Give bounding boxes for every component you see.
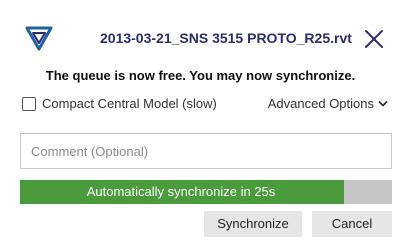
advanced-options-label[interactable]: Advanced Options — [268, 96, 374, 111]
progress-text: Automatically synchronize in 25s — [86, 184, 276, 199]
revit-shield-logo-icon — [24, 24, 54, 52]
queue-notice: The queue is now free. You may now synch… — [45, 68, 356, 83]
synchronize-dialog: 2013-03-21_SNS 3515 PROTO_R25.rvt The qu… — [0, 0, 401, 245]
dialog-header: 2013-03-21_SNS 3515 PROTO_R25.rvt — [0, 0, 401, 78]
synchronize-button[interactable]: Synchronize — [204, 211, 302, 237]
auto-sync-progress-bar: Automatically synchronize in 25s — [20, 180, 392, 204]
options-row: Compact Central Model (slow) Advanced Op… — [22, 95, 392, 115]
cancel-button[interactable]: Cancel — [312, 211, 392, 237]
chevron-down-icon[interactable] — [378, 97, 388, 107]
compact-central-model-label[interactable]: Compact Central Model (slow) — [42, 96, 217, 111]
close-icon[interactable] — [362, 27, 386, 51]
advanced-options-toggle[interactable]: Advanced Options — [268, 96, 388, 111]
dialog-title: 2013-03-21_SNS 3515 PROTO_R25.rvt — [100, 30, 352, 46]
compact-central-model-checkbox[interactable] — [22, 97, 36, 111]
comment-input[interactable] — [20, 133, 392, 169]
